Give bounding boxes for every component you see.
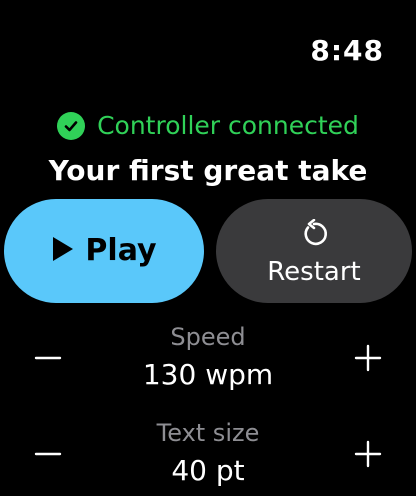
connection-status-text: Controller connected [97, 111, 359, 140]
restart-button[interactable]: Restart [216, 199, 412, 303]
plus-icon [354, 440, 382, 468]
restart-button-label: Restart [267, 257, 361, 287]
play-icon [51, 235, 75, 267]
clock-time: 8:48 [310, 34, 384, 67]
restart-icon [299, 218, 329, 253]
checkmark-circle-icon [57, 112, 86, 140]
text-size-increment-button[interactable] [344, 430, 392, 478]
text-size-decrement-button[interactable] [24, 430, 72, 478]
plus-icon [354, 344, 382, 372]
minus-icon [34, 356, 62, 360]
speed-increment-button[interactable] [344, 334, 392, 382]
text-size-stepper: Text size 40 pt [0, 418, 416, 490]
minus-icon [34, 452, 62, 456]
play-button[interactable]: Play [4, 199, 204, 303]
take-title: Your first great take [48, 154, 368, 187]
speed-decrement-button[interactable] [24, 334, 72, 382]
speed-stepper: Speed 130 wpm [0, 322, 416, 394]
connection-status: Controller connected [0, 110, 416, 142]
play-button-label: Play [85, 233, 157, 268]
